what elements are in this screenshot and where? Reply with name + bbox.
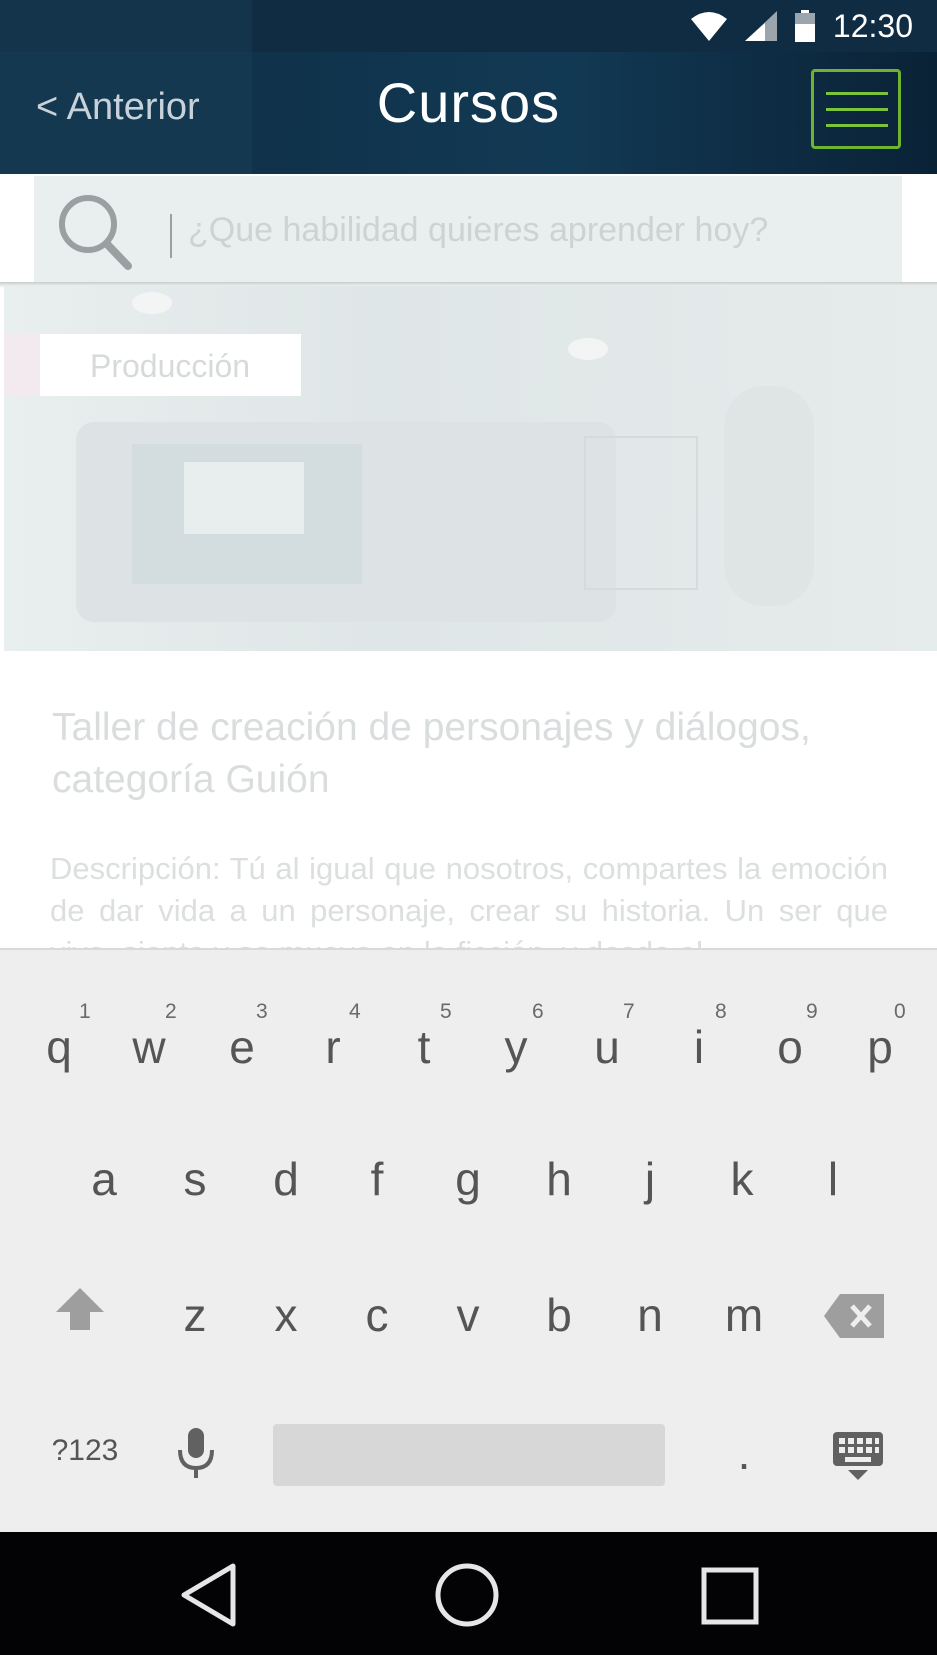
key-u[interactable]: u7 [585,1000,634,1074]
category-badge-label: Producción [90,348,251,384]
key-b[interactable]: b [537,1288,581,1342]
key-w[interactable]: w2 [127,1000,176,1074]
space-key[interactable] [273,1424,665,1486]
microphone-icon [178,1428,214,1478]
search-icon [59,195,132,270]
key-c[interactable]: c [355,1288,399,1342]
status-time: 12:30 [832,7,913,44]
soft-keyboard: q1 w2 e3 r4 t5 y6 u7 i8 o9 p0 a s d f g … [0,948,937,1532]
key-k[interactable]: k [720,1152,764,1206]
course-description: Descripción: Tú al igual que nosotros, c… [50,851,888,948]
key-h[interactable]: h [537,1152,581,1206]
key-j[interactable]: j [628,1152,672,1206]
backspace-icon [824,1294,884,1338]
back-triangle-icon[interactable] [178,1562,238,1628]
backspace-key[interactable] [822,1292,886,1351]
status-bar: 12:30 [0,0,937,52]
key-y[interactable]: y6 [494,1000,544,1074]
key-e[interactable]: e3 [220,1000,267,1074]
camera-light-graphic [568,338,608,360]
search-box[interactable] [34,176,902,282]
hamburger-menu-button[interactable] [811,69,901,149]
battery-icon [794,10,815,42]
category-badge: Producción [4,334,301,396]
microphone-key[interactable] [172,1426,220,1491]
key-z[interactable]: z [173,1288,217,1342]
key-i[interactable]: i8 [677,1000,727,1074]
symbols-key[interactable]: ?123 [40,1434,130,1468]
search-input[interactable] [186,204,890,256]
key-t[interactable]: t5 [402,1000,452,1074]
navigation-bar [0,1532,937,1655]
shift-arrow-icon [56,1288,104,1330]
key-g[interactable]: g [446,1152,490,1206]
wifi-icon [690,12,727,41]
key-q[interactable]: q1 [37,1000,90,1074]
key-l[interactable]: l [811,1152,855,1206]
key-d[interactable]: d [264,1152,308,1206]
camera-screen-highlight [184,462,304,534]
app-header: < Anterior Cursos [0,52,937,174]
course-image[interactable]: Producción [4,286,937,651]
hide-keyboard-key[interactable] [830,1430,886,1493]
recents-square-icon[interactable] [700,1566,760,1626]
home-circle-icon[interactable] [434,1562,500,1628]
shift-key[interactable] [52,1286,108,1343]
page-title: Cursos [376,71,561,134]
key-p[interactable]: p0 [858,1000,905,1074]
camera-knob-graphic [724,386,814,606]
keyboard-hide-icon [833,1432,883,1480]
category-badge-accent [4,334,40,396]
text-cursor [170,214,172,258]
camera-light-graphic [132,292,172,314]
status-bar-left-shade [0,0,252,52]
key-a[interactable]: a [82,1152,126,1206]
key-s[interactable]: s [173,1152,217,1206]
camera-panel-graphic [584,436,698,590]
key-v[interactable]: v [446,1288,490,1342]
course-title[interactable]: Taller de creación de personajes y diálo… [52,702,912,806]
key-o[interactable]: o9 [768,1000,817,1074]
key-x[interactable]: x [264,1288,308,1342]
period-key[interactable]: . [722,1426,766,1480]
status-icons: 12:30 [690,0,913,52]
key-f[interactable]: f [355,1152,399,1206]
search-bar [0,174,937,284]
cellular-signal-icon [744,11,777,41]
key-r[interactable]: r4 [311,1000,360,1074]
key-m[interactable]: m [718,1288,770,1342]
key-n[interactable]: n [628,1288,672,1342]
